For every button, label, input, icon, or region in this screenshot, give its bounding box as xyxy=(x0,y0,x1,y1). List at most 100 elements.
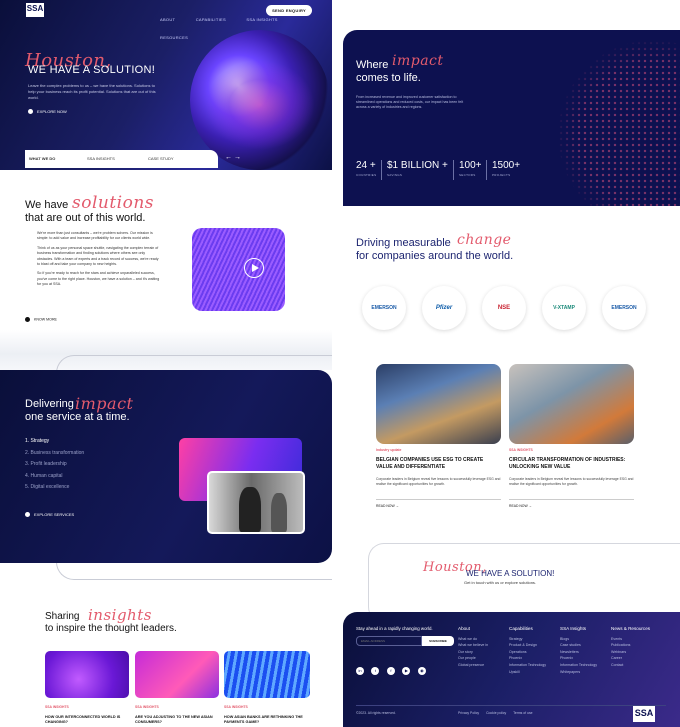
stat-value: $1 BILLION + xyxy=(387,160,448,171)
insight-card-image[interactable] xyxy=(135,651,219,698)
footer-col-title: About xyxy=(458,626,471,631)
dot-icon xyxy=(25,512,30,518)
footer-link[interactable]: Career xyxy=(611,655,650,662)
stat-savings: $1 BILLION + SAVINGS xyxy=(387,160,448,177)
footer-link[interactable]: Contact xyxy=(611,662,650,669)
carousel-arrows[interactable]: ← → xyxy=(225,154,241,161)
solutions-video[interactable] xyxy=(192,228,285,311)
hero-tabs: WHAT WE DO SSA INSIGHTS CASE STUDY xyxy=(25,150,218,168)
service-item-profit-leadership[interactable]: 3. Profit leadership xyxy=(25,459,84,471)
stat-label: SAVINGS xyxy=(387,173,403,177)
privacy-policy-link[interactable]: Privacy Policy xyxy=(458,711,479,715)
instagram-icon[interactable]: ◉ xyxy=(417,667,426,675)
footer-link[interactable]: Information Technology xyxy=(509,662,546,669)
social-links: in t f ▶ ◉ xyxy=(356,659,429,677)
explore-now-label: EXPLORE NOW xyxy=(37,109,67,114)
impact-title-a: Where xyxy=(356,59,389,71)
cookie-policy-link[interactable]: Cookie policy xyxy=(486,711,506,715)
insights-script-text: insights xyxy=(88,606,152,624)
footer-link[interactable]: Webinars xyxy=(611,649,650,656)
insights-title-a: Sharing xyxy=(45,611,80,622)
footer-link[interactable]: Whitepapers xyxy=(560,669,597,676)
impact-body: From increased revenue and improved cust… xyxy=(356,95,464,109)
footer-link[interactable]: Our people xyxy=(458,655,488,662)
tab-ssa-insights[interactable]: SSA INSIGHTS xyxy=(87,156,115,161)
service-item-human-capital[interactable]: 4. Human capital xyxy=(25,471,84,483)
clients-title-a: Driving measurable xyxy=(356,237,451,249)
footer-ssa-logo[interactable]: SSA xyxy=(633,706,655,722)
dot-icon xyxy=(28,109,33,115)
service-item-strategy[interactable]: 1. Strategy xyxy=(25,436,84,448)
news-card-image[interactable] xyxy=(509,364,634,444)
insight-card-title[interactable]: HOW ASIAN BANKS ARE RETHINKING THE PAYME… xyxy=(224,715,314,725)
know-more-button[interactable]: KNOW MORE xyxy=(25,317,57,322)
footer-col-capabilities: Capabilities Strategy Product & Design O… xyxy=(509,626,546,675)
nav-capabilities[interactable]: CAPABILITIES xyxy=(196,17,226,22)
tab-what-we-do[interactable]: WHAT WE DO xyxy=(29,156,55,161)
read-now-link[interactable]: READ NOW → xyxy=(509,504,532,508)
footer-link[interactable]: Events xyxy=(611,636,650,643)
services-title-a: Delivering xyxy=(25,398,74,410)
nav-ssa-insights[interactable]: SSA INSIGHTS xyxy=(246,17,277,22)
photo-figure xyxy=(239,487,261,532)
stat-value: 24 + xyxy=(356,160,376,171)
send-enquiry-button[interactable]: SEND ENQUIRY xyxy=(266,5,312,16)
footer-col-about: About What we do What we believe in Our … xyxy=(458,626,488,669)
insight-card-tag: SSA INSIGHTS xyxy=(45,705,69,709)
stat-countries: 24 + COUNTRIES xyxy=(356,160,376,177)
linkedin-icon[interactable]: in xyxy=(356,667,364,675)
footer-link[interactable]: Case studies xyxy=(560,642,597,649)
impact-title-b: comes to life. xyxy=(356,72,421,84)
nav-resources[interactable]: RESOURCES xyxy=(160,35,188,40)
footer-link[interactable]: What we do xyxy=(458,636,488,643)
footer-link[interactable]: Operations xyxy=(509,649,546,656)
nav-about[interactable]: ABOUT xyxy=(160,17,175,22)
news-card-title[interactable]: BELGIAN COMPANIES USE ESG TO CREATE VALU… xyxy=(376,457,501,471)
footer-link[interactable]: Phoenix xyxy=(560,655,597,662)
insight-card-title[interactable]: ARE YOU ADJUSTING TO THE NEW ASIAN CONSU… xyxy=(135,715,225,725)
tab-case-study[interactable]: CASE STUDY xyxy=(148,156,174,161)
insight-card-title[interactable]: HOW OUR INTERCONNECTED WORLD IS CHANGING… xyxy=(45,715,135,725)
footer-link[interactable]: Upskill xyxy=(509,669,546,676)
footer-link[interactable]: Information Technology xyxy=(560,662,597,669)
newsletter-email-input[interactable] xyxy=(356,636,422,646)
news-card-title[interactable]: CIRCULAR TRANSFORMATION OF INDUSTRIES: U… xyxy=(509,457,634,471)
footer-link[interactable]: Blogs xyxy=(560,636,597,643)
youtube-icon[interactable]: ▶ xyxy=(402,667,411,675)
service-item-digital-excellence[interactable]: 5. Digital excellence xyxy=(25,482,84,494)
footer-link[interactable]: Strategy xyxy=(509,636,546,643)
clients-script-text: change xyxy=(457,232,512,248)
footer-link[interactable]: Product & Design xyxy=(509,642,546,649)
cta-subtitle[interactable]: Get in touch with us or explore solution… xyxy=(464,580,536,585)
ssa-logo[interactable]: SSA xyxy=(26,3,44,17)
insight-card-image[interactable] xyxy=(45,651,129,698)
footer-link[interactable]: Our story xyxy=(458,649,488,656)
stat-divider xyxy=(486,160,487,180)
news-card-tag: Industry update xyxy=(376,448,402,452)
footer-link[interactable]: Publications xyxy=(611,642,650,649)
hero-orb-glow xyxy=(205,60,315,150)
solutions-p2: Think of us as your personal space shutt… xyxy=(37,245,159,267)
twitter-icon[interactable]: t xyxy=(371,667,380,675)
play-icon[interactable] xyxy=(244,258,264,278)
explore-services-button[interactable]: EXPLORE SERVICES xyxy=(25,512,75,518)
terms-of-use-link[interactable]: Terms of use xyxy=(513,711,532,715)
explore-now-button[interactable]: EXPLORE NOW xyxy=(28,109,67,115)
news-card-image[interactable] xyxy=(376,364,501,444)
news-card-body: Corporate leaders in Belgium reveal five… xyxy=(376,477,501,486)
facebook-icon[interactable]: f xyxy=(386,667,395,675)
footer-link[interactable]: What we believe in xyxy=(458,642,488,649)
client-logo-emerson: EMERSON xyxy=(362,286,406,330)
solutions-title-a: We have xyxy=(25,199,69,211)
solutions-script-text: solutions xyxy=(72,193,155,213)
footer-link[interactable]: Phoenix xyxy=(509,655,546,662)
read-now-link[interactable]: READ NOW → xyxy=(376,504,399,508)
footer-link[interactable]: Global presence xyxy=(458,662,488,669)
subscribe-button[interactable]: SUBSCRIBE xyxy=(422,636,454,646)
service-item-business-transformation[interactable]: 2. Business transformation xyxy=(25,448,84,460)
footer-col-ssa-insights: SSA Insights Blogs Case studies Newslett… xyxy=(560,626,597,675)
insight-card-image[interactable] xyxy=(224,651,310,698)
footer-link[interactable]: Newsletters xyxy=(560,649,597,656)
explore-services-label: EXPLORE SERVICES xyxy=(34,512,75,517)
insights-title-b: to inspire the thought leaders. xyxy=(45,623,177,634)
